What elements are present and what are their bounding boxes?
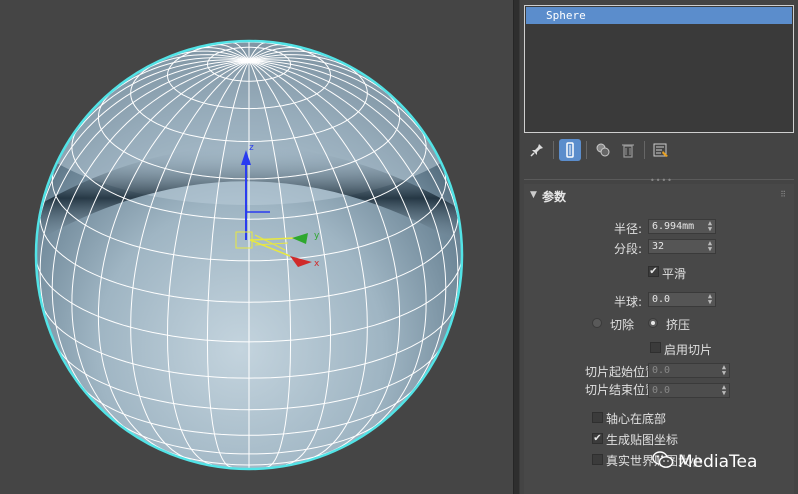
remove-modifier-icon[interactable]	[617, 139, 639, 161]
slice-on-label: 启用切片	[664, 343, 713, 357]
squash-radio[interactable]	[648, 318, 658, 328]
segments-label: 分段:	[614, 242, 643, 256]
base-to-pivot-label: 轴心在底部	[606, 412, 667, 426]
sphere-scene: z y x	[34, 39, 464, 471]
gen-map-coords-label: 生成贴图坐标	[606, 433, 679, 447]
modifier-stack-toolbar	[526, 137, 794, 163]
spinner-arrows-icon[interactable]: ▲ ▼	[707, 240, 713, 253]
grip-icon[interactable]: ⠿	[780, 190, 786, 199]
base-to-pivot-checkbox[interactable]	[592, 412, 603, 423]
make-unique-icon[interactable]	[592, 139, 614, 161]
rollout-header[interactable]: ▼ 参数 ⠿	[524, 184, 794, 208]
spinner-arrows-icon[interactable]: ▲ ▼	[707, 293, 713, 306]
spinner-arrows-icon[interactable]: ▲ ▼	[721, 364, 727, 377]
viewport-panel-divider[interactable]	[513, 0, 520, 494]
rollout-title: 参数	[542, 190, 567, 204]
slice-from-value[interactable]: 0.0	[652, 365, 670, 376]
slice-from-spinner[interactable]: 0.0 ▲ ▼	[648, 363, 730, 378]
perspective-viewport[interactable]: z y x	[0, 0, 513, 494]
radius-spinner[interactable]: 6.994mm ▲ ▼	[648, 219, 716, 234]
modifier-stack-item-sphere[interactable]: Sphere	[526, 7, 792, 24]
chop-label: 切除	[610, 318, 635, 332]
gen-map-coords-checkbox[interactable]: ✔	[592, 433, 603, 444]
smooth-checkbox[interactable]: ✔	[648, 266, 659, 277]
segments-value[interactable]: 32	[652, 241, 664, 252]
svg-text:z: z	[249, 143, 254, 153]
command-panel: Sphere •••• ▼ 参数 ⠿ 半径: 6.994mm ▲ ▼ 分段: 3…	[520, 0, 798, 494]
collapse-arrow-icon[interactable]: ▼	[530, 190, 537, 200]
parameters-rollout: ▼ 参数 ⠿ 半径: 6.994mm ▲ ▼ 分段: 32 ▲ ▼ ✔ 平滑 半球:…	[524, 184, 794, 494]
slice-to-value[interactable]: 0.0	[652, 385, 670, 396]
show-end-result-icon[interactable]	[559, 139, 581, 161]
slice-to-spinner[interactable]: 0.0 ▲ ▼	[648, 383, 730, 398]
svg-text:y: y	[314, 231, 320, 241]
svg-text:x: x	[314, 259, 320, 269]
slice-on-checkbox[interactable]	[650, 342, 661, 353]
hemisphere-value[interactable]: 0.0	[652, 294, 670, 305]
modifier-stack-list[interactable]: Sphere	[524, 5, 794, 133]
spinner-arrows-icon[interactable]: ▲ ▼	[721, 384, 727, 397]
hemisphere-spinner[interactable]: 0.0 ▲ ▼	[648, 292, 716, 307]
real-world-checkbox[interactable]	[592, 454, 603, 465]
watermark-text: MediaTea	[678, 452, 758, 472]
smooth-label: 平滑	[662, 267, 687, 281]
spinner-arrows-icon[interactable]: ▲ ▼	[707, 220, 713, 233]
hemisphere-label: 半球:	[614, 295, 643, 309]
wechat-icon	[652, 451, 674, 473]
watermark: MediaTea	[652, 451, 758, 473]
segments-spinner[interactable]: 32 ▲ ▼	[648, 239, 716, 254]
chop-radio[interactable]	[592, 318, 602, 328]
configure-modifier-sets-icon[interactable]	[650, 139, 672, 161]
squash-label: 挤压	[666, 318, 691, 332]
radius-label: 半径:	[614, 222, 643, 236]
radius-value[interactable]: 6.994mm	[652, 221, 694, 232]
pin-icon[interactable]	[526, 139, 548, 161]
